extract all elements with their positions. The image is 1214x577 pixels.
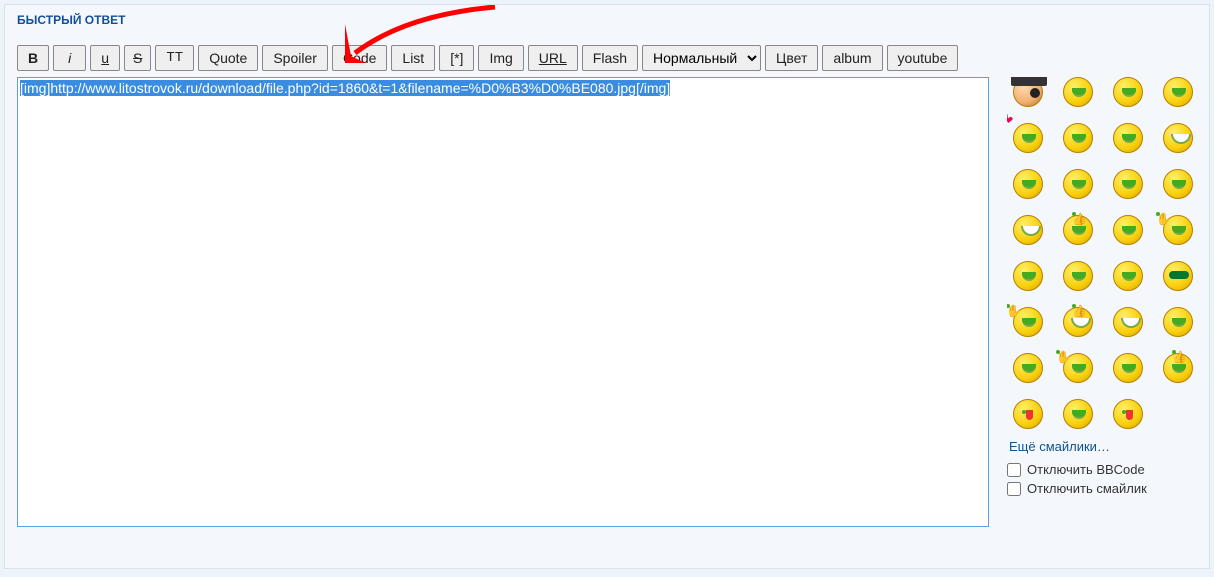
disable-bbcode-label: Отключить BBCode	[1027, 462, 1145, 477]
smiley-icon[interactable]	[1113, 353, 1143, 383]
smiley-icon[interactable]	[1113, 77, 1143, 107]
font-size-select[interactable]: Нормальный	[642, 45, 761, 71]
disable-bbcode-checkbox[interactable]	[1007, 463, 1021, 477]
smiley-love-icon[interactable]	[1013, 123, 1043, 153]
smiley-icon[interactable]	[1113, 123, 1143, 153]
smiley-icon[interactable]	[1063, 169, 1093, 199]
youtube-button[interactable]: youtube	[887, 45, 959, 71]
smiley-icon[interactable]	[1013, 261, 1043, 291]
option-disable-smilies: Отключить смайлик	[1007, 481, 1197, 496]
album-button[interactable]: album	[822, 45, 882, 71]
smiley-icon[interactable]	[1163, 77, 1193, 107]
img-button[interactable]: Img	[478, 45, 523, 71]
smiley-icon[interactable]	[1013, 169, 1043, 199]
smiley-grin-icon[interactable]	[1113, 307, 1143, 337]
smiley-clap-icon[interactable]	[1063, 307, 1093, 337]
smiley-tongue-icon[interactable]	[1013, 399, 1043, 429]
list-button[interactable]: List	[391, 45, 435, 71]
color-button[interactable]: Цвет	[765, 45, 818, 71]
bold-button[interactable]: B	[17, 45, 49, 71]
smiley-icon[interactable]	[1063, 399, 1093, 429]
smiley-thumbsup-icon[interactable]	[1063, 215, 1093, 245]
listitem-button[interactable]: [*]	[439, 45, 474, 71]
smiley-wave-icon[interactable]	[1013, 307, 1043, 337]
flash-button[interactable]: Flash	[582, 45, 638, 71]
strike-button[interactable]: S	[124, 45, 151, 71]
smiley-icon[interactable]	[1113, 261, 1143, 291]
message-textarea[interactable]: [img]http://www.litostrovok.ru/download/…	[17, 77, 989, 527]
url-button[interactable]: URL	[528, 45, 578, 71]
selected-text: [img]http://www.litostrovok.ru/download/…	[20, 80, 670, 96]
quote-button[interactable]: Quote	[198, 45, 258, 71]
post-options: Отключить BBCode Отключить смайлик	[1007, 462, 1197, 496]
smiley-sidebar: Ещё смайлики… Отключить BBCode Отключить…	[1007, 77, 1197, 500]
smiley-icon[interactable]	[1163, 307, 1193, 337]
smiley-wave-icon[interactable]	[1063, 353, 1093, 383]
smiley-shock-icon[interactable]	[1013, 215, 1043, 245]
smiley-grid	[1007, 77, 1197, 429]
smiley-icon[interactable]	[1063, 123, 1093, 153]
smiley-pirate-icon[interactable]	[1013, 77, 1043, 107]
option-disable-bbcode: Отключить BBCode	[1007, 462, 1197, 477]
code-button[interactable]: Code	[332, 45, 387, 71]
smiley-thumbsup-icon[interactable]	[1163, 353, 1193, 383]
smiley-grin-icon[interactable]	[1163, 123, 1193, 153]
italic-button[interactable]: i	[53, 45, 86, 71]
smiley-cool-icon[interactable]	[1163, 261, 1193, 291]
textarea-wrap: [img]http://www.litostrovok.ru/download/…	[17, 77, 989, 527]
smiley-icon[interactable]	[1013, 353, 1043, 383]
panel-title: БЫСТРЫЙ ОТВЕТ	[17, 13, 1197, 27]
tt-button[interactable]: TT	[155, 45, 194, 71]
more-smilies-link[interactable]: Ещё смайлики…	[1009, 439, 1197, 454]
smiley-icon[interactable]	[1063, 261, 1093, 291]
smiley-icon[interactable]	[1163, 169, 1193, 199]
smiley-wave-icon[interactable]	[1163, 215, 1193, 245]
editor-toolbar: B i u S TT Quote Spoiler Code List [*] I…	[17, 45, 1197, 71]
smiley-icon[interactable]	[1063, 77, 1093, 107]
smiley-tongue-icon[interactable]	[1113, 399, 1143, 429]
disable-smilies-label: Отключить смайлик	[1027, 481, 1147, 496]
smiley-icon[interactable]	[1113, 215, 1143, 245]
underline-button[interactable]: u	[90, 45, 120, 71]
spoiler-button[interactable]: Spoiler	[262, 45, 328, 71]
smiley-icon[interactable]	[1113, 169, 1143, 199]
editor-row: [img]http://www.litostrovok.ru/download/…	[17, 77, 1197, 527]
disable-smilies-checkbox[interactable]	[1007, 482, 1021, 496]
quick-reply-panel: БЫСТРЫЙ ОТВЕТ B i u S TT Quote Spoiler C…	[4, 4, 1210, 569]
